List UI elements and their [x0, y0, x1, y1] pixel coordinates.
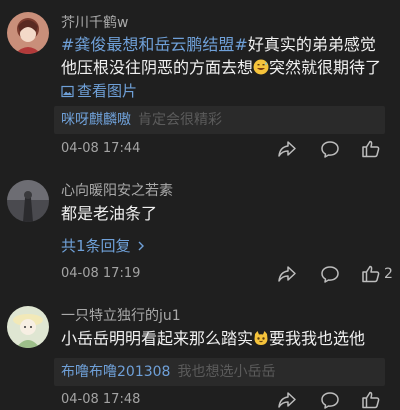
- avatar[interactable]: [7, 306, 49, 348]
- reply-text: 肯定会很精彩: [138, 112, 222, 128]
- thumbs-up-icon: [362, 265, 380, 283]
- reply-username[interactable]: 咪呀麒麟嗷: [61, 112, 131, 128]
- comment-date: 04-08 17:44: [61, 141, 141, 156]
- comment-button[interactable]: [320, 390, 340, 410]
- share-icon: [278, 266, 296, 282]
- more-replies-label: 共1条回复: [61, 237, 131, 255]
- reply-username[interactable]: 布噜布噜201308: [61, 364, 170, 380]
- comment-text-part: 要我我也选他: [269, 329, 366, 348]
- comment-item: 一只特立独行的ju1 小岳岳明明看起来那么踏实 要我我也选他 布噜布噜201308…: [0, 290, 400, 409]
- share-icon: [278, 392, 296, 408]
- view-image-link[interactable]: 查看图片: [61, 80, 137, 101]
- comment-date: 04-08 17:19: [61, 266, 141, 281]
- reply-preview[interactable]: 咪呀麒麟嗷 肯定会很精彩: [54, 106, 385, 134]
- username[interactable]: 一只特立独行的ju1: [61, 305, 181, 325]
- comment-item: 心向暖阳安之若素 都是老油条了 共1条回复 04-08 17:19 2: [0, 172, 400, 290]
- username[interactable]: 芥川千鹤w: [61, 12, 128, 32]
- reply-text: 我也想选小岳岳: [177, 364, 276, 380]
- avatar[interactable]: [7, 180, 49, 222]
- image-icon: [61, 85, 74, 98]
- comment-icon: [321, 266, 339, 283]
- comment-icon: [321, 392, 339, 409]
- chevron-right-icon: [138, 241, 145, 251]
- comment-button[interactable]: [320, 139, 340, 159]
- view-image-label: 查看图片: [77, 82, 138, 100]
- like-count: 2: [384, 266, 393, 282]
- like-button[interactable]: 2: [361, 264, 393, 284]
- avatar[interactable]: [7, 12, 49, 54]
- comment-text: 都是老油条了: [61, 204, 158, 223]
- like-button[interactable]: [361, 390, 384, 410]
- topic-link[interactable]: #龚俊最想和岳云鹏结盟#: [61, 35, 248, 54]
- comment-icon: [321, 141, 339, 158]
- comment-text-part: 突然就很期待了: [269, 58, 382, 77]
- more-replies-link[interactable]: 共1条回复: [61, 235, 145, 256]
- share-button[interactable]: [277, 390, 297, 410]
- cat-face-emoji: [254, 331, 268, 345]
- share-icon: [278, 141, 296, 157]
- comment-text: 小岳岳明明看起来那么踏实 要我我也选他: [61, 327, 383, 350]
- thumbs-up-icon: [362, 140, 380, 158]
- comment-item: 芥川千鹤w #龚俊最想和岳云鹏结盟#好真实的弟弟感觉他压根没往阴恶的方面去想 突然…: [0, 0, 400, 172]
- reply-preview[interactable]: 布噜布噜201308 我也想选小岳岳: [54, 358, 385, 386]
- comment-text-part: 小岳岳明明看起来那么踏实: [61, 329, 254, 348]
- thumbs-up-icon: [362, 391, 380, 409]
- share-button[interactable]: [277, 264, 297, 284]
- comment-button[interactable]: [320, 264, 340, 284]
- username[interactable]: 心向暖阳安之若素: [61, 180, 173, 200]
- comment-text: #龚俊最想和岳云鹏结盟#好真实的弟弟感觉他压根没往阴恶的方面去想 突然就很期待了: [61, 33, 383, 79]
- like-button[interactable]: [361, 139, 384, 159]
- grinning-sweat-emoji: [253, 59, 269, 75]
- share-button[interactable]: [277, 139, 297, 159]
